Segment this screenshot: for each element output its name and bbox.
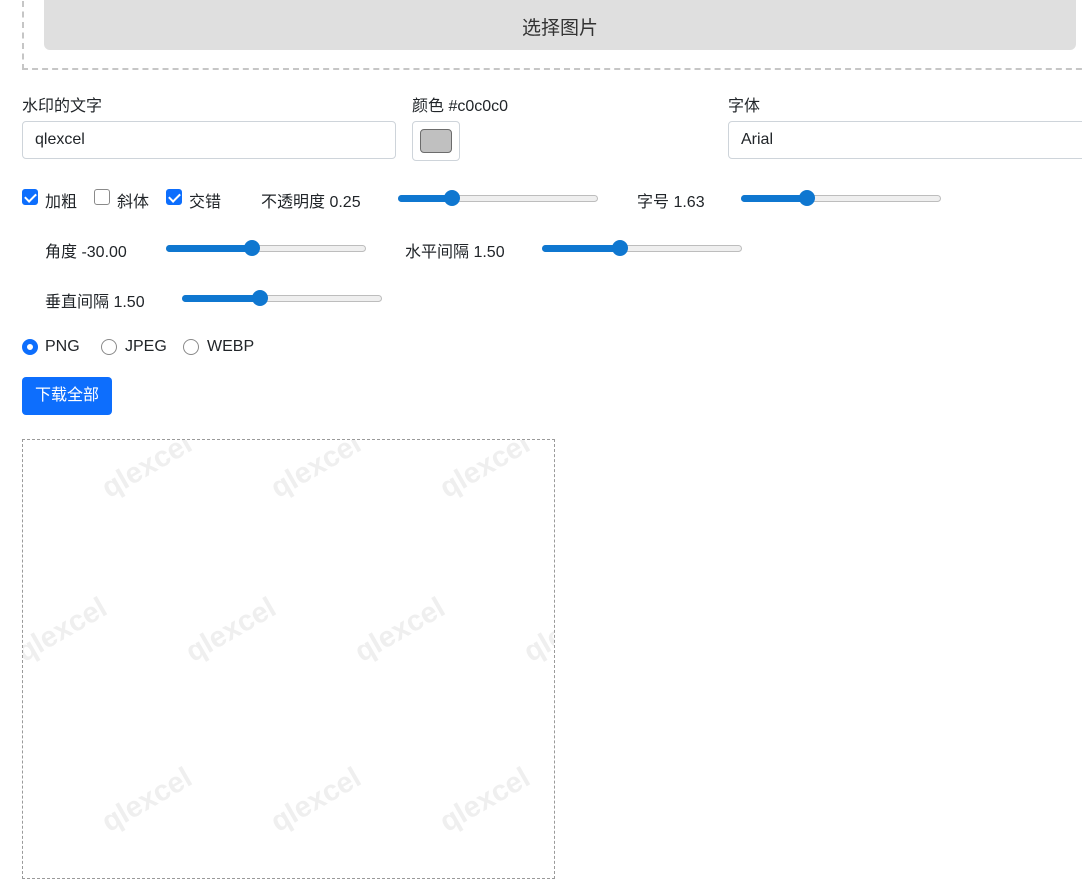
watermark-text: qlexcel (518, 591, 555, 669)
watermark-text-input[interactable]: qlexcel (22, 121, 396, 159)
download-all-button[interactable]: 下载全部 (22, 377, 112, 415)
jpeg-radio[interactable] (101, 339, 117, 355)
watermark-text: qlexcel (96, 439, 198, 505)
font-select[interactable]: Arial (728, 121, 1082, 159)
font-size-slider[interactable] (741, 190, 941, 206)
watermark-text: qlexcel (434, 761, 536, 839)
vertical-spacing-label: 垂直间隔 1.50 (45, 294, 145, 311)
bold-checkbox[interactable] (22, 189, 38, 205)
png-label: PNG (45, 338, 80, 355)
watermark-text: qlexcel (265, 761, 367, 839)
font-size-label: 字号 1.63 (637, 194, 705, 211)
opacity-slider-thumb[interactable] (444, 190, 460, 206)
jpeg-label: JPEG (125, 338, 167, 355)
vertical-spacing-slider[interactable] (182, 290, 382, 306)
italic-checkbox[interactable] (94, 189, 110, 205)
watermark-text: qlexcel (349, 591, 451, 669)
bold-label: 加粗 (45, 194, 78, 211)
font-size-slider-thumb[interactable] (799, 190, 815, 206)
horizontal-spacing-label: 水平间隔 1.50 (405, 244, 505, 261)
horizontal-spacing-slider[interactable] (542, 240, 742, 256)
watermark-text-label: 水印的文字 (22, 98, 103, 115)
webp-label: WEBP (207, 338, 255, 355)
watermark-text: qlexcel (265, 439, 367, 505)
opacity-slider[interactable] (398, 190, 598, 206)
watermark-text: qlexcel (180, 591, 282, 669)
stagger-checkbox[interactable] (166, 189, 182, 205)
color-picker[interactable] (412, 121, 460, 161)
stagger-label: 交错 (189, 194, 222, 211)
watermark-text: qlexcel (434, 439, 536, 505)
png-radio[interactable] (22, 339, 38, 355)
webp-radio[interactable] (183, 339, 199, 355)
italic-label: 斜体 (117, 194, 150, 211)
color-label: 颜色 #c0c0c0 (412, 98, 509, 115)
opacity-label: 不透明度 0.25 (261, 194, 361, 211)
choose-image-button[interactable]: 选择图片 (44, 0, 1076, 50)
vertical-spacing-slider-thumb[interactable] (252, 290, 268, 306)
angle-slider-thumb[interactable] (244, 240, 260, 256)
angle-slider[interactable] (166, 240, 366, 256)
watermark-text: qlexcel (22, 591, 113, 669)
font-label: 字体 (728, 98, 761, 115)
angle-label: 角度 -30.00 (45, 244, 127, 261)
color-swatch (420, 129, 452, 153)
watermark-text: qlexcel (96, 761, 198, 839)
horizontal-spacing-slider-thumb[interactable] (612, 240, 628, 256)
watermark-preview: qlexcel qlexcel qlexcel qlexcel qlexcel … (22, 439, 555, 879)
